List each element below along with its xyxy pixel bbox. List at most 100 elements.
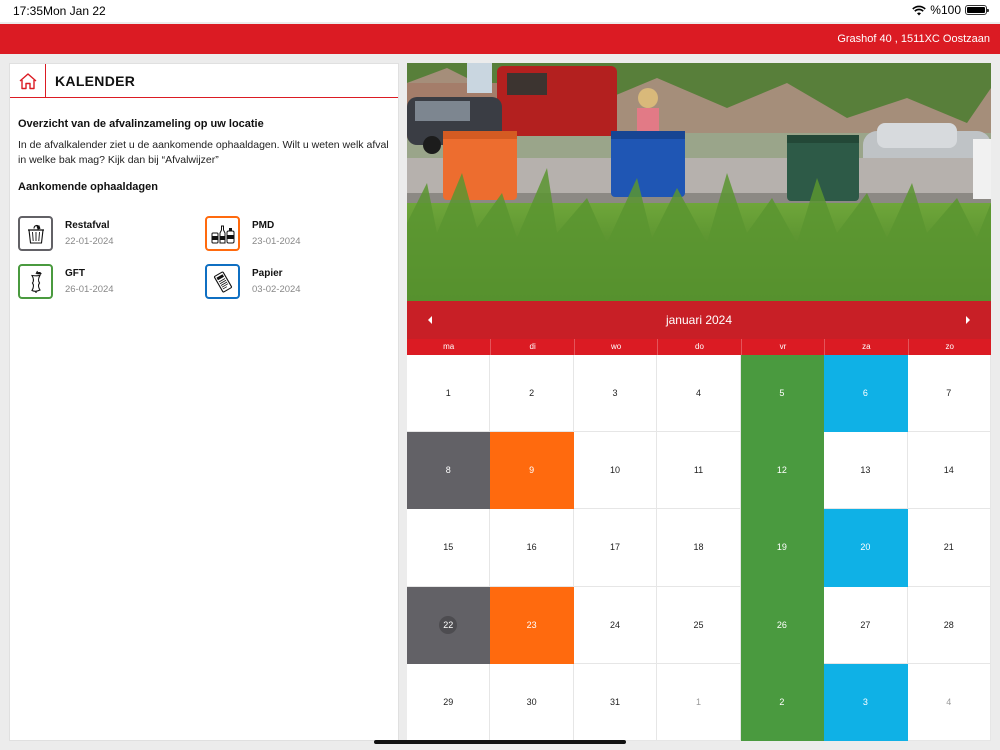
calendar-day-cell[interactable]: 1 <box>407 355 491 433</box>
calendar-day-cell[interactable]: 24 <box>573 586 658 664</box>
upcoming-heading: Aankomende ophaaldagen <box>18 181 158 193</box>
calendar-day-number: 6 <box>862 388 868 399</box>
calendar-day-cell[interactable]: 7 <box>907 355 991 433</box>
calendar-day-number: 5 <box>779 388 785 399</box>
calendar-day-cell[interactable]: 15 <box>407 509 491 587</box>
status-bar: 17:35 Mon Jan 22 %100 <box>0 0 1000 22</box>
calendar-day-number: 3 <box>612 388 618 399</box>
pickup-date: 23-01-2024 <box>252 236 301 247</box>
home-button[interactable] <box>10 63 46 98</box>
calendar-day-number: 2 <box>529 388 535 399</box>
calendar-day-cell[interactable]: 19 <box>740 509 825 587</box>
calendar-day-number: 13 <box>860 465 871 476</box>
next-month-button[interactable] <box>958 310 978 330</box>
calendar-day-cell[interactable]: 3 <box>573 355 658 433</box>
home-indicator[interactable] <box>374 740 626 744</box>
calendar-day-number: 7 <box>946 388 952 399</box>
calendar-day-number: 1 <box>445 388 451 399</box>
calendar-day-cell[interactable]: 28 <box>907 586 991 664</box>
pickup-name: PMD <box>252 220 275 231</box>
calendar-day-number: 27 <box>860 619 871 630</box>
calendar-day-cell[interactable]: 5 <box>740 355 825 433</box>
chevron-right-icon <box>966 316 970 324</box>
status-time: 17:35 <box>13 4 44 18</box>
calendar-day-number: 16 <box>526 542 537 553</box>
calendar-day-number: 19 <box>776 542 787 553</box>
calendar-day-cell[interactable]: 23 <box>490 586 574 664</box>
calendar-day-number: 20 <box>860 542 871 553</box>
pickup-name: GFT <box>65 268 85 279</box>
calendar-day-cell[interactable]: 26 <box>740 586 825 664</box>
calendar-day-cell[interactable]: 25 <box>657 586 741 664</box>
calendar-day-cell[interactable]: 4 <box>907 663 991 741</box>
calendar-day-cell[interactable]: 2 <box>490 355 574 433</box>
weekday-label: vr <box>740 339 824 355</box>
bottles-icon <box>205 216 240 251</box>
calendar-day-cell[interactable]: 30 <box>490 663 574 741</box>
calendar-grid: 1 2 3 4 5 6 7 8 9 10 11 12 13 14 15 16 17 18 19 20 21 22 23 24 2… <box>407 355 991 741</box>
weekday-label: di <box>490 339 573 355</box>
trash-bin-icon <box>18 216 53 251</box>
upcoming-pickups-list: Restafval 22-01-2024 PMD 23-01-2024 GFT … <box>18 216 390 299</box>
pickup-item-restafval[interactable]: Restafval 22-01-2024 <box>18 216 205 251</box>
calendar-day-cell[interactable]: 13 <box>824 432 908 510</box>
calendar-day-cell[interactable]: 8 <box>407 432 491 510</box>
status-date: Mon Jan 22 <box>43 4 106 18</box>
weekday-label: za <box>824 339 907 355</box>
weekday-header-row: ma di wo do vr za zo <box>407 339 991 355</box>
calendar-day-number: 26 <box>776 619 787 630</box>
calendar-day-number: 1 <box>695 696 701 707</box>
calendar-day-cell[interactable]: 21 <box>907 509 991 587</box>
calendar-day-number: 2 <box>779 696 785 707</box>
wifi-icon <box>912 5 927 15</box>
weekday-label: do <box>657 339 740 355</box>
calendar-day-cell[interactable]: 18 <box>657 509 741 587</box>
pickup-item-pmd[interactable]: PMD 23-01-2024 <box>205 216 392 251</box>
calendar-day-number: 23 <box>526 619 537 630</box>
header-photo-waste-containers <box>407 63 991 301</box>
weekday-label: ma <box>443 342 455 351</box>
calendar-day-cell[interactable]: 20 <box>824 509 908 587</box>
pickup-item-papier[interactable]: Papier 03-02-2024 <box>205 264 392 299</box>
calendar-day-cell[interactable]: 11 <box>657 432 741 510</box>
calendar-day-cell[interactable]: 22 <box>407 586 491 664</box>
calendar-day-cell[interactable]: 9 <box>490 432 574 510</box>
status-indicators: %100 <box>912 3 989 17</box>
calendar-day-number: 4 <box>946 696 952 707</box>
app-top-bar: Grashof 40 , 1511XC Oostzaan <box>0 24 1000 54</box>
calendar-today-marker: 22 <box>439 615 458 634</box>
calendar-day-number: 29 <box>443 696 454 707</box>
address-label[interactable]: Grashof 40 , 1511XC Oostzaan <box>837 33 990 45</box>
calendar-day-number: 14 <box>943 465 954 476</box>
calendar-day-cell[interactable]: 2 <box>740 663 825 741</box>
calendar-day-cell[interactable]: 29 <box>407 663 491 741</box>
calendar-day-number: 3 <box>862 696 868 707</box>
right-panel: januari 2024 ma di wo do vr za zo 123456… <box>407 63 991 741</box>
calendar-day-cell[interactable]: 6 <box>824 355 908 433</box>
calendar-day-number: 25 <box>693 619 704 630</box>
calendar-day-number: 24 <box>610 619 621 630</box>
calendar-day-cell[interactable]: 4 <box>657 355 741 433</box>
calendar-day-cell[interactable]: 16 <box>490 509 574 587</box>
calendar-day-cell[interactable]: 17 <box>573 509 658 587</box>
calendar-day-number: 8 <box>445 465 451 476</box>
page-title: KALENDER <box>55 72 136 89</box>
calendar-header: januari 2024 <box>407 301 991 339</box>
panel-content: Overzicht van de afvalinzameling op uw l… <box>10 118 398 299</box>
apple-core-icon <box>18 264 53 299</box>
calendar-day-number: 28 <box>943 619 954 630</box>
calendar-day-cell[interactable]: 14 <box>907 432 991 510</box>
pickup-item-gft[interactable]: GFT 26-01-2024 <box>18 264 205 299</box>
calendar-day-cell[interactable]: 10 <box>573 432 658 510</box>
calendar-day-cell[interactable]: 1 <box>657 663 741 741</box>
calendar-day-cell[interactable]: 12 <box>740 432 825 510</box>
calendar-month-title: januari 2024 <box>665 313 733 327</box>
home-icon <box>19 72 36 89</box>
calendar-day-number: 9 <box>529 465 535 476</box>
calendar-day-cell[interactable]: 31 <box>573 663 658 741</box>
paper-icon <box>205 264 240 299</box>
intro-heading: Overzicht van de afvalinzameling op uw l… <box>18 118 264 130</box>
calendar-day-cell[interactable]: 27 <box>824 586 908 664</box>
calendar-day-number: 31 <box>610 696 621 707</box>
calendar-day-cell[interactable]: 3 <box>824 663 908 741</box>
